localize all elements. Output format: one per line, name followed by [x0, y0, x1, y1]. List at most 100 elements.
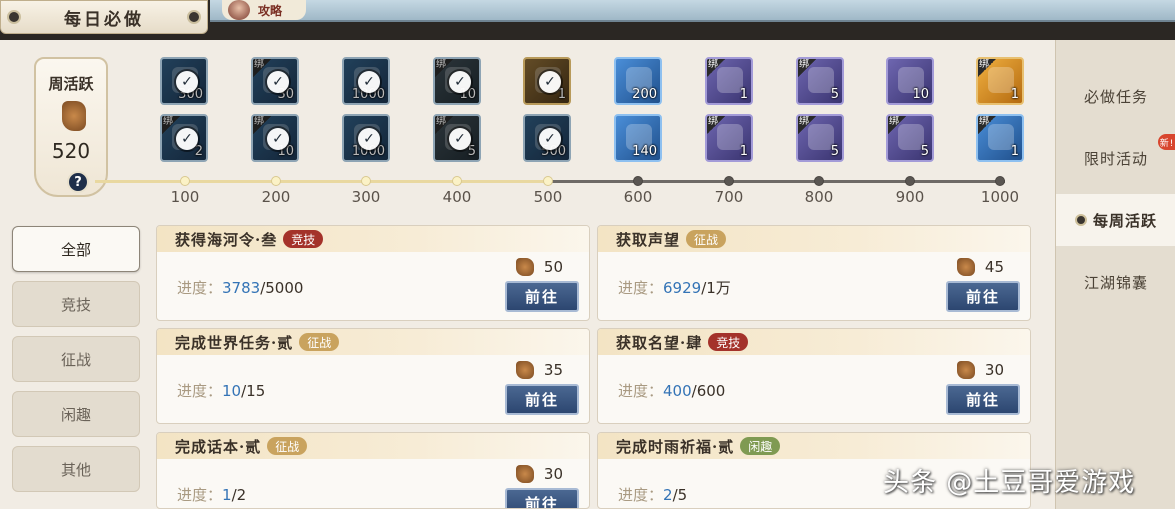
reward-quantity: 5	[830, 144, 839, 159]
reward-quantity: 140	[632, 144, 657, 159]
check-icon: ✓	[449, 71, 471, 93]
bound-badge: 绑	[707, 59, 725, 77]
reward-quantity: 5	[830, 87, 839, 102]
new-badge: 新!	[1158, 134, 1175, 150]
tab-jianghu-tips[interactable]: 江湖锦囊	[1056, 256, 1175, 308]
progress-total: /2	[231, 486, 247, 504]
reward-slot[interactable]: 绑 5 ✓	[433, 114, 481, 162]
filter-leisure[interactable]: 闲趣	[12, 391, 140, 437]
task-tag: 征战	[267, 437, 308, 455]
progress-total: /600	[691, 382, 726, 400]
progress-fill	[95, 180, 548, 183]
progress-label: 进度：	[177, 486, 223, 504]
reward-slot[interactable]: 1 ✓	[523, 57, 571, 105]
reward-slot[interactable]: 绑5	[796, 114, 844, 162]
reward-slot[interactable]: 绑 2 ✓	[160, 114, 208, 162]
reward-slot[interactable]: 绑 30 ✓	[251, 57, 299, 105]
progress-label: 进度：	[177, 279, 223, 297]
filter-battle[interactable]: 征战	[12, 336, 140, 382]
tab-must-do[interactable]: 必做任务	[1056, 70, 1175, 122]
task-card: 获得海河令·叁 竞技 50 进度：3783/5000 前往	[156, 225, 590, 321]
tab-limited-events[interactable]: 限时活动 新!	[1056, 132, 1175, 184]
reward-quantity: 200	[632, 87, 657, 102]
reward-quantity: 1	[739, 87, 748, 102]
reward-slot[interactable]: 绑1	[705, 57, 753, 105]
check-icon: ✓	[176, 128, 198, 150]
check-icon: ✓	[539, 71, 561, 93]
guide-avatar-icon	[228, 0, 250, 20]
filter-all[interactable]: 全部	[12, 226, 140, 272]
progress-current: 2	[663, 486, 673, 504]
header-strip	[210, 0, 1175, 22]
go-button[interactable]: 前往	[505, 488, 579, 508]
go-button[interactable]: 前往	[946, 281, 1020, 312]
bound-badge: 绑	[707, 116, 725, 134]
reward-slot[interactable]: 绑 10 ✓	[433, 57, 481, 105]
reward-slot[interactable]: 1000 ✓	[342, 57, 390, 105]
reward-slot[interactable]: 500 ✓	[523, 114, 571, 162]
go-button[interactable]: 前往	[505, 281, 579, 312]
reward-slot[interactable]: 绑1	[976, 114, 1024, 162]
milestone-label: 600	[623, 188, 653, 206]
reward-slot[interactable]: 绑5	[796, 57, 844, 105]
tab-weekly-activity[interactable]: 每周活跃	[1056, 194, 1175, 246]
progress-label: 进度：	[177, 382, 223, 400]
task-card: 完成话本·贰 征战 30 进度：1/2 前往	[156, 432, 590, 509]
task-name: 完成话本·贰	[175, 437, 262, 456]
reward-slot[interactable]: 绑1	[705, 114, 753, 162]
reward-quantity: 1	[1010, 87, 1019, 102]
task-card: 获取声望 征战 45 进度：6929/1万 前往	[597, 225, 1031, 321]
milestone-label: 300	[351, 188, 381, 206]
help-icon[interactable]: ?	[67, 171, 89, 193]
tab-label: 限时活动	[1083, 149, 1148, 168]
progress-label: 进度：	[618, 279, 664, 297]
reward-slot[interactable]: 140	[614, 114, 662, 162]
filter-label: 闲趣	[60, 405, 91, 424]
milestone-label: 700	[714, 188, 744, 206]
reward-slot[interactable]: 300 ✓	[160, 57, 208, 105]
milestone-node	[724, 176, 734, 186]
reward-slot[interactable]: 200	[614, 57, 662, 105]
milestone-node	[995, 176, 1005, 186]
task-name: 获得海河令·叁	[175, 230, 278, 249]
reward-slot[interactable]: 绑1	[976, 57, 1024, 105]
reward-slot[interactable]: 绑 10 ✓	[251, 114, 299, 162]
reward-slot[interactable]: 绑5	[886, 114, 934, 162]
filter-other[interactable]: 其他	[12, 446, 140, 492]
filter-label: 征战	[60, 350, 91, 369]
guide-label: 攻略	[258, 3, 283, 18]
knot-ornament-icon	[7, 10, 21, 24]
guide-button[interactable]: 攻略	[222, 0, 306, 20]
progress-label: 进度：	[618, 382, 664, 400]
tab-label: 江湖锦囊	[1083, 273, 1148, 292]
milestone-node	[814, 176, 824, 186]
reward-quantity: 2	[194, 144, 203, 159]
reward-quantity: 1	[557, 87, 566, 102]
progress-current: 3783	[222, 279, 261, 297]
task-name: 获取名望·肆	[616, 333, 703, 352]
milestone-node	[452, 176, 462, 186]
check-icon: ✓	[539, 128, 561, 150]
progress-total: /1万	[701, 279, 731, 297]
milestone-node	[180, 176, 190, 186]
bound-badge: 绑	[798, 59, 816, 77]
reward-quantity: 10	[912, 87, 929, 102]
task-tag: 竞技	[283, 230, 324, 248]
right-tab-bar: 必做任务 限时活动 新! 每周活跃 江湖锦囊	[1055, 40, 1175, 509]
milestone-label: 200	[261, 188, 291, 206]
go-button[interactable]: 前往	[505, 384, 579, 415]
go-button[interactable]: 前往	[946, 384, 1020, 415]
bound-badge: 绑	[978, 116, 996, 134]
task-name: 完成时雨祈福·贰	[616, 437, 735, 456]
knot-ornament-icon	[187, 10, 201, 24]
reward-slot[interactable]: 10	[886, 57, 934, 105]
filter-label: 竞技	[60, 295, 91, 314]
milestone-label: 1000	[980, 188, 1020, 206]
task-points: 35	[543, 361, 563, 379]
task-name: 完成世界任务·贰	[175, 333, 294, 352]
activity-points-icon	[515, 258, 534, 276]
filter-arena[interactable]: 竞技	[12, 281, 140, 327]
milestone-node	[633, 176, 643, 186]
bound-badge: 绑	[888, 116, 906, 134]
reward-slot[interactable]: 1000 ✓	[342, 114, 390, 162]
